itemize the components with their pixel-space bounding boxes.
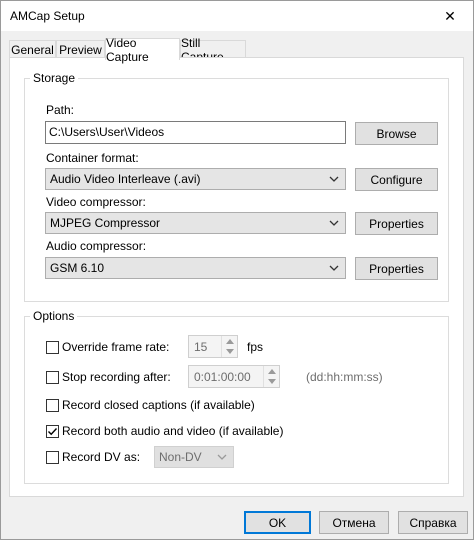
- audio-compressor-value: GSM 6.10: [50, 261, 105, 275]
- checkbox-box: [46, 424, 59, 438]
- spinner-arrows[interactable]: [263, 366, 279, 387]
- checkbox-box: [46, 450, 59, 464]
- checkmark-icon: [48, 427, 58, 435]
- stop-recording-checkbox[interactable]: Stop recording after:: [46, 369, 171, 385]
- record-dv-label: Record DV as:: [62, 450, 141, 464]
- audio-compressor-label: Audio compressor:: [46, 239, 147, 253]
- chevron-down-icon: [329, 261, 339, 278]
- window-title: AMCap Setup: [10, 9, 85, 23]
- path-input[interactable]: C:\Users\User\Videos: [45, 121, 346, 144]
- tab-video-capture[interactable]: Video Capture: [105, 36, 180, 64]
- chevron-down-icon: [217, 450, 227, 467]
- chevron-down-icon: [329, 172, 339, 189]
- configure-button[interactable]: Configure: [355, 168, 438, 191]
- video-compressor-select[interactable]: MJPEG Compressor: [45, 212, 346, 234]
- options-group: Options Override frame rate: 15 fps Stop…: [24, 309, 449, 484]
- container-format-label: Container format:: [46, 151, 139, 165]
- stop-time-spinner[interactable]: 0:01:00:00: [188, 365, 280, 388]
- record-audio-video-label: Record both audio and video (if availabl…: [62, 424, 284, 438]
- dv-format-select[interactable]: Non-DV: [154, 446, 234, 468]
- fps-value: 15: [194, 340, 208, 354]
- spin-down-icon[interactable]: [222, 346, 237, 356]
- container-format-value: Audio Video Interleave (.avi): [50, 172, 201, 186]
- browse-label: Browse: [376, 126, 417, 141]
- stop-time-value: 0:01:00:00: [194, 370, 251, 384]
- closed-captions-label: Record closed captions (if available): [62, 398, 255, 412]
- audio-properties-button[interactable]: Properties: [355, 257, 438, 280]
- record-dv-checkbox[interactable]: Record DV as:: [46, 449, 140, 465]
- path-label: Path:: [46, 103, 75, 117]
- close-button[interactable]: ✕: [427, 1, 473, 31]
- chevron-down-icon: [329, 216, 339, 233]
- record-audio-video-checkbox[interactable]: Record both audio and video (if availabl…: [46, 423, 283, 439]
- video-properties-label: Properties: [369, 216, 424, 231]
- options-legend: Options: [30, 309, 78, 323]
- closed-captions-checkbox[interactable]: Record closed captions (if available): [46, 397, 255, 413]
- tab-panel-video-capture: Storage Path: C:\Users\User\Videos Brows…: [9, 57, 464, 497]
- storage-legend: Storage: [30, 71, 79, 85]
- dv-format-value: Non-DV: [159, 450, 202, 464]
- stop-recording-label: Stop recording after:: [62, 370, 171, 384]
- spinner-arrows[interactable]: [221, 336, 237, 357]
- override-frame-rate-label: Override frame rate:: [62, 340, 170, 354]
- amcap-setup-dialog: AMCap Setup ✕ General Preview Video Capt…: [0, 0, 474, 540]
- video-compressor-value: MJPEG Compressor: [50, 216, 161, 230]
- help-button[interactable]: Справка: [398, 511, 468, 534]
- checkbox-box: [46, 340, 59, 354]
- path-value: C:\Users\User\Videos: [49, 125, 165, 139]
- video-compressor-label: Video compressor:: [46, 195, 146, 209]
- cancel-label: Отмена: [332, 515, 376, 530]
- storage-group: Storage Path: C:\Users\User\Videos Brows…: [24, 71, 449, 302]
- fps-unit-label: fps: [247, 340, 264, 354]
- spin-up-icon[interactable]: [264, 366, 279, 376]
- container-format-select[interactable]: Audio Video Interleave (.avi): [45, 168, 346, 190]
- tab-label: General: [11, 43, 54, 57]
- spin-down-icon[interactable]: [264, 376, 279, 386]
- ok-button[interactable]: OK: [244, 511, 311, 534]
- override-frame-rate-checkbox[interactable]: Override frame rate:: [46, 339, 169, 355]
- configure-label: Configure: [370, 172, 423, 187]
- help-label: Справка: [409, 515, 457, 530]
- audio-properties-label: Properties: [369, 261, 424, 276]
- checkbox-box: [46, 370, 59, 384]
- audio-compressor-select[interactable]: GSM 6.10: [45, 257, 346, 279]
- stop-time-format-hint: (dd:hh:mm:ss): [306, 370, 383, 384]
- ok-label: OK: [268, 515, 287, 530]
- video-properties-button[interactable]: Properties: [355, 212, 438, 235]
- cancel-button[interactable]: Отмена: [319, 511, 389, 534]
- title-bar[interactable]: AMCap Setup ✕: [1, 1, 473, 31]
- fps-spinner[interactable]: 15: [188, 335, 238, 358]
- close-icon: ✕: [444, 7, 456, 24]
- checkbox-box: [46, 398, 59, 412]
- browse-button[interactable]: Browse: [355, 122, 438, 145]
- tab-label: Preview: [59, 43, 102, 57]
- spin-up-icon[interactable]: [222, 336, 237, 346]
- tab-label: Video Capture: [106, 35, 149, 64]
